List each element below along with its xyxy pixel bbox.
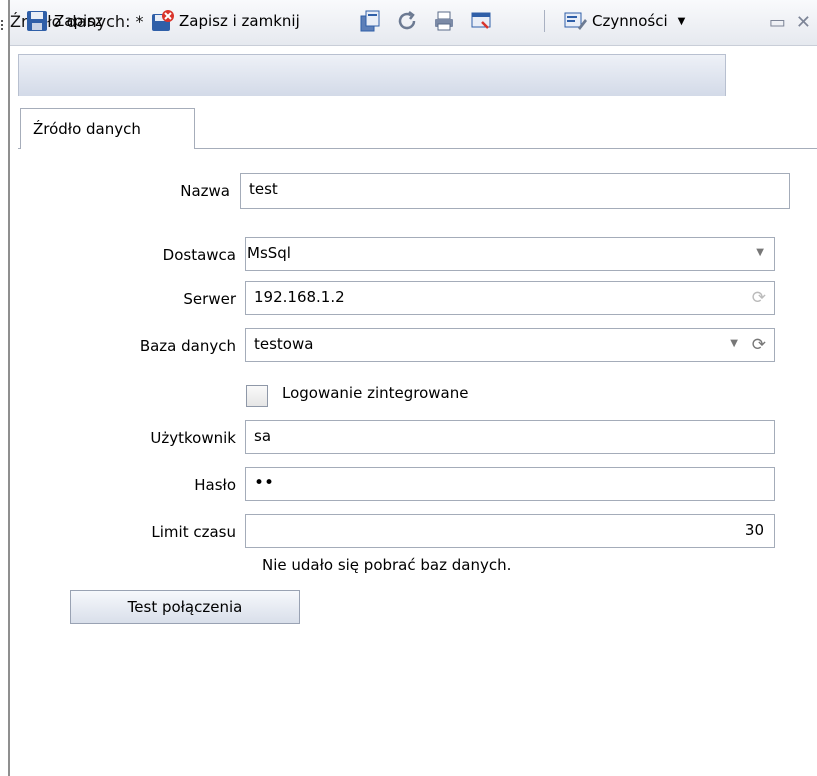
user-label: Użytkownik <box>150 429 236 447</box>
integrated-login-label: Logowanie zintegrowane <box>282 384 469 402</box>
provider-label: Dostawca <box>162 246 236 264</box>
integrated-login-checkbox[interactable] <box>246 385 268 407</box>
tab-divider <box>195 148 817 149</box>
timeout-value: 30 <box>744 521 764 539</box>
refresh-button[interactable] <box>396 7 424 35</box>
save-icon <box>26 10 48 32</box>
name-label: Nazwa <box>180 182 230 200</box>
refresh-icon[interactable]: ⟳ <box>752 288 766 308</box>
server-field[interactable]: 192.168.1.2 ⟳ <box>245 281 775 315</box>
tab-zrodlo-danych[interactable]: Źródło danych <box>20 108 195 149</box>
user-field[interactable]: sa <box>245 420 775 454</box>
test-connection-button[interactable]: Test połączenia <box>70 590 300 624</box>
name-field[interactable]: test <box>240 173 790 209</box>
actions-label: Czynności <box>592 12 668 30</box>
server-label: Serwer <box>183 290 236 308</box>
print-icon <box>433 10 455 32</box>
password-field[interactable]: •• <box>245 467 775 501</box>
save-label: Zapisz <box>54 12 103 30</box>
copy-icon <box>359 10 381 32</box>
name-value: test <box>249 180 278 198</box>
refresh-icon[interactable]: ⟳ <box>752 335 766 355</box>
provider-select[interactable]: MsSql ▼ <box>245 237 775 271</box>
toolbar <box>18 54 726 96</box>
error-message: Nie udało się pobrać baz danych. <box>262 556 512 574</box>
save-close-label: Zapisz i zamknij <box>179 12 300 30</box>
splitter-grip[interactable] <box>0 20 4 34</box>
refresh-icon <box>396 10 418 32</box>
title-buttons: ▭ ✕ <box>759 12 811 33</box>
tab-divider <box>18 148 20 149</box>
dropdown-arrow-icon[interactable]: ▼ <box>756 247 764 258</box>
database-label: Baza danych <box>139 337 236 355</box>
timeout-field[interactable]: 30 <box>245 514 775 548</box>
preview-icon <box>470 10 492 32</box>
timeout-label: Limit czasu <box>151 523 236 541</box>
save-close-icon <box>151 10 174 32</box>
actions-menu-button[interactable]: Czynności ▼ <box>564 7 685 35</box>
close-icon[interactable]: ✕ <box>796 12 811 33</box>
tab-label: Źródło danych <box>33 120 141 138</box>
provider-value: MsSql <box>247 244 291 262</box>
actions-icon <box>564 10 587 32</box>
password-value: •• <box>254 473 275 493</box>
toolbar-separator <box>544 10 545 32</box>
dropdown-arrow-icon[interactable]: ▼ <box>730 338 738 349</box>
password-label: Hasło <box>194 476 236 494</box>
database-value: testowa <box>254 335 314 353</box>
maximize-icon[interactable]: ▭ <box>769 12 786 33</box>
save-close-button[interactable]: Zapisz i zamknij <box>151 7 300 35</box>
server-value: 192.168.1.2 <box>254 288 345 306</box>
database-select[interactable]: testowa ▼ ⟳ <box>245 328 775 362</box>
save-button[interactable]: Zapisz <box>26 7 103 35</box>
preview-button[interactable] <box>470 7 498 35</box>
user-value: sa <box>254 427 272 445</box>
caret-down-icon: ▼ <box>677 15 686 27</box>
copy-button[interactable] <box>359 7 387 35</box>
print-button[interactable] <box>433 7 461 35</box>
